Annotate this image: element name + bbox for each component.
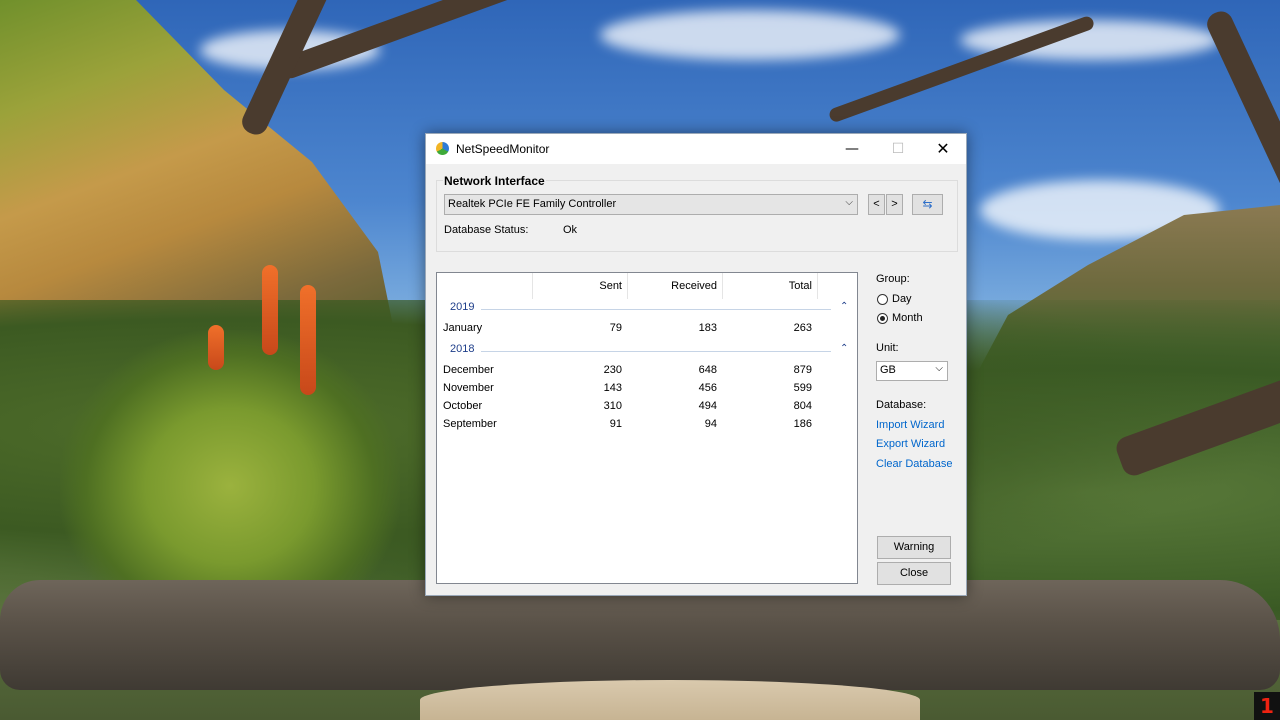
column-header-sent[interactable]: Sent <box>533 273 628 299</box>
chevron-up-icon[interactable]: ⌃ <box>840 301 848 312</box>
export-wizard-link[interactable]: Export Wizard <box>876 438 945 450</box>
aloe-flower <box>262 265 278 355</box>
row-total: 804 <box>793 400 812 412</box>
sand <box>420 680 920 720</box>
chevron-up-icon[interactable]: ⌃ <box>840 343 848 354</box>
tree-branch <box>1203 7 1280 200</box>
row-total: 186 <box>793 418 812 430</box>
table-header: Sent Received Total <box>437 273 857 299</box>
column-header-received[interactable]: Received <box>628 273 723 299</box>
unit-select[interactable]: GB ⌵ <box>876 361 948 381</box>
table-row[interactable]: January 79 183 263 <box>437 319 857 337</box>
traffic-table[interactable]: Sent Received Total 2019 ⌃ January 79 18… <box>436 272 858 584</box>
group-year: 2019 <box>450 301 475 313</box>
group-year: 2018 <box>450 343 475 355</box>
tray-badge[interactable]: 1 <box>1254 692 1280 720</box>
warning-button[interactable]: Warning <box>877 536 951 559</box>
group-month-label[interactable]: Month <box>892 312 923 324</box>
network-interface-label: Network Interface <box>443 174 546 188</box>
table-row[interactable]: November 143 456 599 <box>437 379 857 397</box>
next-interface-button[interactable]: > <box>886 194 903 215</box>
cloud <box>600 10 900 60</box>
group-divider <box>481 309 831 310</box>
column-header-total[interactable]: Total <box>723 273 818 299</box>
row-sent: 230 <box>603 364 622 376</box>
group-divider <box>481 351 831 352</box>
row-total: 263 <box>793 322 812 334</box>
database-status-value: Ok <box>563 224 578 236</box>
group-day-radio[interactable] <box>877 294 888 305</box>
row-sent: 79 <box>609 322 622 334</box>
app-icon <box>436 142 449 155</box>
refresh-button[interactable]: ⇆ <box>912 194 943 215</box>
row-received: 648 <box>698 364 717 376</box>
database-status-label: Database Status: <box>444 224 529 236</box>
unit-value: GB <box>880 364 896 376</box>
group-day-label[interactable]: Day <box>892 293 912 305</box>
row-month: January <box>443 322 483 334</box>
aloe-plant <box>60 330 400 590</box>
row-month: November <box>443 382 494 394</box>
row-sent: 143 <box>603 382 622 394</box>
unit-label: Unit: <box>876 342 899 354</box>
row-month: October <box>443 400 483 412</box>
group-label: Group: <box>876 273 910 285</box>
group-header-2019[interactable]: 2019 ⌃ <box>437 301 857 317</box>
aloe-flower <box>208 325 224 370</box>
clear-database-link[interactable]: Clear Database <box>876 458 952 470</box>
row-received: 456 <box>698 382 717 394</box>
row-received: 183 <box>698 322 717 334</box>
chevron-down-icon: ⌵ <box>935 363 943 374</box>
group-header-2018[interactable]: 2018 ⌃ <box>437 343 857 359</box>
minimize-button[interactable]: — <box>829 134 875 164</box>
maximize-button[interactable]: ☐ <box>875 134 921 164</box>
row-received: 94 <box>704 418 717 430</box>
row-total: 879 <box>793 364 812 376</box>
row-month: September <box>443 418 497 430</box>
row-total: 599 <box>793 382 812 394</box>
title-bar[interactable]: NetSpeedMonitor — ☐ ✕ <box>426 134 966 164</box>
netspeedmonitor-window: NetSpeedMonitor — ☐ ✕ Network Interface … <box>425 133 967 596</box>
network-interface-group <box>436 180 958 252</box>
import-wizard-link[interactable]: Import Wizard <box>876 419 944 431</box>
table-row[interactable]: December 230 648 879 <box>437 361 857 379</box>
row-sent: 310 <box>603 400 622 412</box>
column-header-name[interactable] <box>437 273 533 299</box>
network-interface-value: Realtek PCIe FE Family Controller <box>448 198 617 210</box>
close-button[interactable]: Close <box>877 562 951 585</box>
refresh-icon: ⇆ <box>922 197 933 211</box>
database-label: Database: <box>876 399 927 411</box>
window-title: NetSpeedMonitor <box>456 142 550 156</box>
previous-interface-button[interactable]: < <box>868 194 885 215</box>
table-row[interactable]: October 310 494 804 <box>437 397 857 415</box>
aloe-flower <box>300 285 316 395</box>
table-row[interactable]: September 91 94 186 <box>437 415 857 433</box>
group-month-radio[interactable] <box>877 313 888 324</box>
row-sent: 91 <box>609 418 622 430</box>
row-received: 494 <box>698 400 717 412</box>
network-interface-select[interactable]: Realtek PCIe FE Family Controller ⌵ <box>444 194 858 215</box>
chevron-down-icon: ⌵ <box>845 197 853 208</box>
tree-trunk <box>0 580 1280 690</box>
close-window-button[interactable]: ✕ <box>920 134 966 164</box>
row-month: December <box>443 364 494 376</box>
